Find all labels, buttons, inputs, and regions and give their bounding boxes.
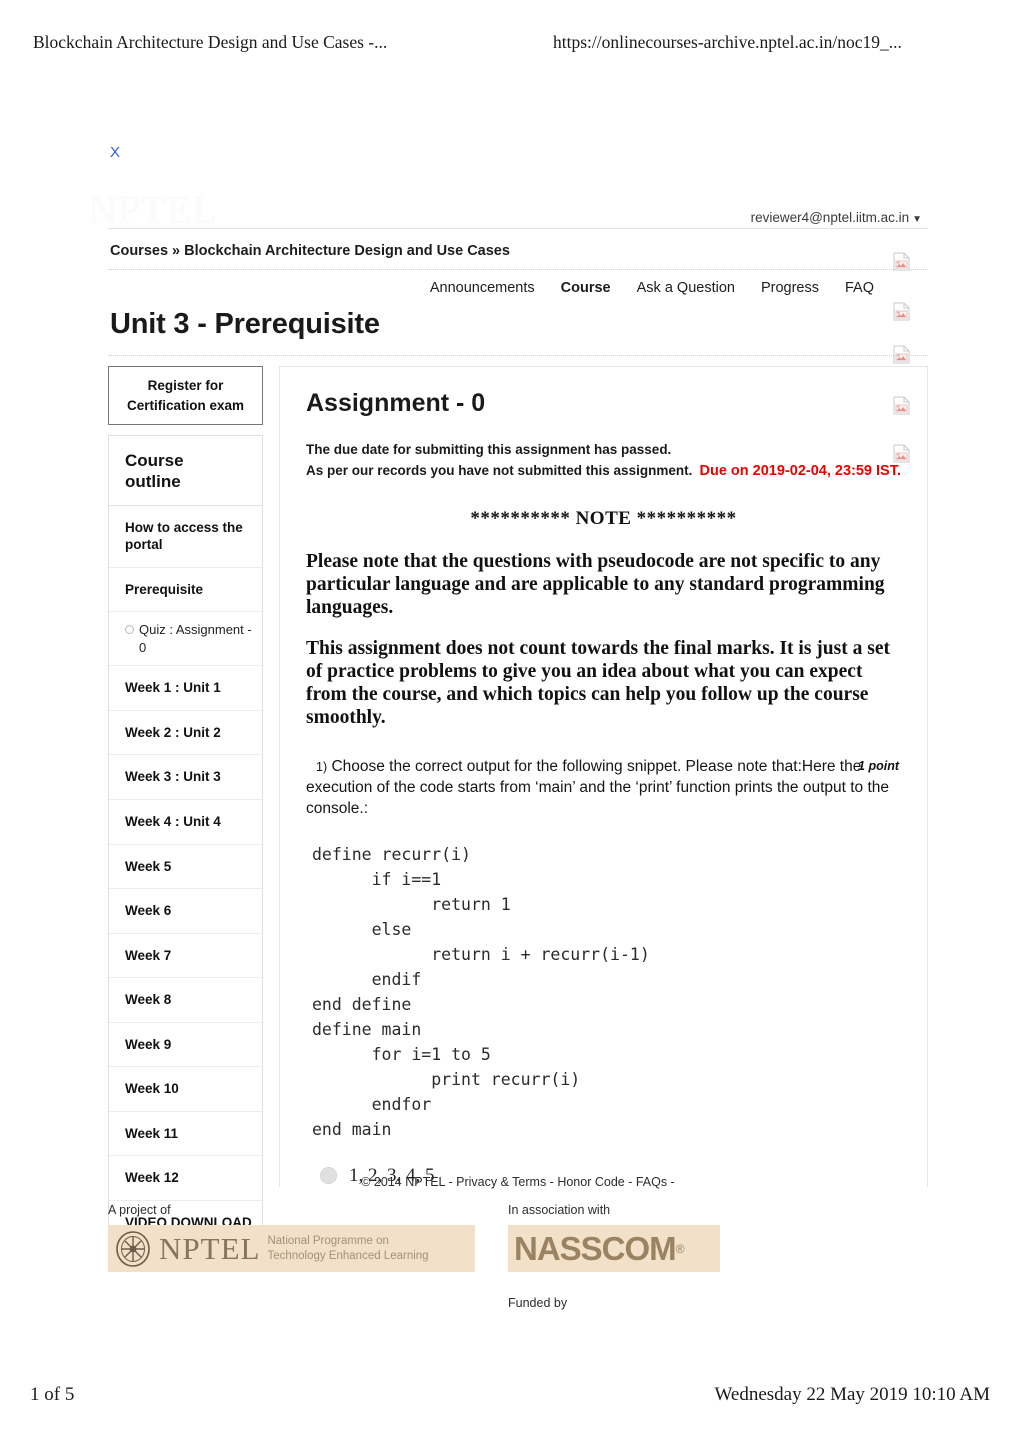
tab-ask-a-question[interactable]: Ask a Question [637,280,735,296]
sidebar-item-prerequisite[interactable]: Prerequisite [109,568,262,613]
due-info: The due date for submitting this assignm… [306,440,901,482]
note-heading: ********** NOTE ********** [470,507,737,529]
question-1: 1) Choose the correct output for the fol… [306,747,901,820]
sidebar-item-week-9[interactable]: Week 9 [109,1023,262,1068]
chevron-down-icon: ▼ [912,214,922,225]
sidebar-item-week-11[interactable]: Week 11 [109,1112,262,1157]
tab-faq[interactable]: FAQ [845,280,874,296]
breadcrumb-current[interactable]: Blockchain Architecture Design and Use C… [184,243,510,259]
broken-image-icon [893,252,910,271]
course-outline-panel: Course outline How to access the portal P… [108,435,263,1250]
nptel-logo-word: NPTEL [159,1230,261,1266]
sidebar-item-week-6[interactable]: Week 6 [109,889,262,934]
due-badge: Due on 2019-02-04, 23:59 IST. [699,463,902,479]
print-header-url: https://onlinecourses-archive.nptel.ac.i… [553,32,902,52]
account-menu[interactable]: reviewer4@nptel.iitm.ac.in ▼ [751,210,922,225]
close-icon[interactable]: X [110,144,120,161]
sidebar-item-week-7[interactable]: Week 7 [109,934,262,979]
nptel-tagline-line1: National Programme on [267,1234,389,1247]
print-header-title: Blockchain Architecture Design and Use C… [33,32,388,52]
sidebar-item-week-3-unit-3[interactable]: Week 3 : Unit 3 [109,755,262,800]
course-outline-heading-line1: Course [125,451,184,471]
question-text: Choose the correct output for the follow… [306,757,890,817]
course-outline-heading-line2: outline [125,472,181,492]
breadcrumb-separator: » [172,243,181,259]
tab-progress[interactable]: Progress [761,280,819,296]
broken-image-icon [893,345,910,364]
sidebar-item-week-8[interactable]: Week 8 [109,978,262,1023]
assignment-panel: Assignment - 0 The due date for submitti… [279,366,928,1187]
account-email: reviewer4@nptel.iitm.ac.in [750,210,910,225]
course-outline-list: How to access the portal Prerequisite Quiz… [109,506,262,1245]
nav-tabs: Announcements Course Ask a Question Progres… [108,270,928,306]
top-bar: NPTEL reviewer4@nptel.iitm.ac.in ▼ [88,170,928,232]
sidebar-item-quiz-assignment-0[interactable]: Quiz : Assignment - 0 [109,612,262,667]
sidebar-item-week-1-unit-1[interactable]: Week 1 : Unit 1 [109,666,262,711]
due-line-1: The due date for submitting this assignm… [306,442,672,457]
nasscom-footer-logo: NASSCOM ® [508,1225,720,1272]
sidebar-item-week-5[interactable]: Week 5 [109,845,262,890]
page-title: Unit 3 - Prerequisite [110,308,380,340]
breadcrumb-courses[interactable]: Courses [110,243,168,259]
breadcrumb: Courses» Blockchain Architecture Design a… [108,229,928,269]
footer-logos: A project of In association with Funded … [108,1203,928,1313]
copyright-line[interactable]: © 2014 NPTEL - Privacy & Terms - Honor C… [108,1175,928,1203]
print-footer-page: 1 of 5 [30,1384,75,1405]
main-columns: Register for Certification exam Course o… [108,356,928,1250]
tab-course[interactable]: Course [561,280,611,296]
question-points: 1 point [858,758,899,773]
app-container: X NPTEL reviewer4@nptel.iitm.ac.in ▼ Cour… [88,140,928,1250]
nptel-logo: NPTEL [88,187,218,232]
close-bar: X [108,140,928,170]
sidebar-item-how-to-access-the-portal[interactable]: How to access the portal [109,506,262,568]
register-button-line1: Register for [147,378,224,393]
nptel-footer-logo: NPTEL National Programme on Technology E… [108,1225,475,1272]
note-paragraph-1: Please note that the questions with pseu… [306,550,885,618]
register-button-line2: Certification exam [126,397,245,413]
quiz-radio-icon [125,625,134,635]
due-line-2: As per our records you have not submitte… [306,462,693,478]
broken-image-icon [893,302,910,321]
sidebar-item-label: Quiz : Assignment - 0 [139,622,252,655]
note-paragraph-2: This assignment does not count towards t… [306,637,890,728]
sidebar-item-week-2-unit-2[interactable]: Week 2 : Unit 2 [109,711,262,756]
funded-by-label: Funded by [508,1296,568,1310]
project-of-label: A project of [108,1203,171,1217]
nptel-logo-tagline: National Programme on Technology Enhance… [267,1234,428,1263]
tab-announcements[interactable]: Announcements [430,280,535,296]
pseudocode-block: define recurr(i) if i==1 return 1 else r… [312,844,650,1140]
nptel-wheel-icon [114,1230,152,1268]
sidebar: Register for Certification exam Course o… [108,366,263,1250]
print-footer-date: Wednesday 22 May 2019 10:10 AM [714,1384,990,1405]
site-footer: © 2014 NPTEL - Privacy & Terms - Honor C… [108,1175,928,1313]
registered-mark-icon: ® [675,1241,685,1256]
nptel-tagline-line2: Technology Enhanced Learning [267,1249,429,1262]
broken-image-icon [893,396,910,415]
association-label: In association with [508,1203,611,1217]
print-page: Blockchain Architecture Design and Use C… [0,0,1020,1442]
sidebar-item-week-4-unit-4[interactable]: Week 4 : Unit 4 [109,800,262,845]
sidebar-item-week-10[interactable]: Week 10 [109,1067,262,1112]
broken-image-icon [893,444,910,463]
assignment-title: Assignment - 0 [306,389,486,417]
register-certification-button[interactable]: Register for Certification exam [108,366,263,426]
question-number: 1) [316,759,328,774]
course-outline-heading: Course outline [109,436,262,506]
nasscom-logo-word: NASSCOM [514,1229,677,1267]
